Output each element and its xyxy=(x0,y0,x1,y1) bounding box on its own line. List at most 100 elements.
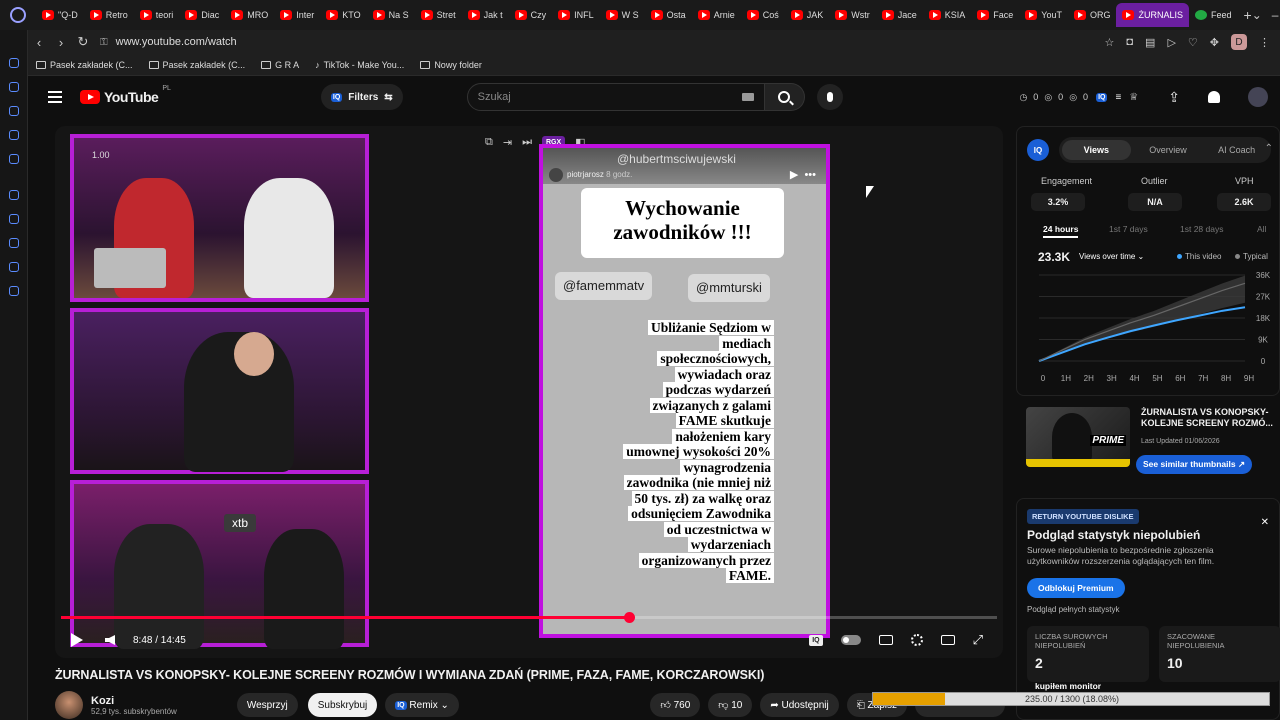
sidebar-icon[interactable] xyxy=(8,82,19,92)
search-input[interactable]: Szukaj xyxy=(466,83,765,111)
channel-name[interactable]: Kozi xyxy=(91,695,177,707)
user-avatar[interactable] xyxy=(1248,87,1268,107)
forward-icon[interactable]: › xyxy=(50,35,72,50)
tab-views[interactable]: Views xyxy=(1062,140,1131,160)
trophy-icon[interactable]: ♕ xyxy=(1129,92,1138,103)
bookmark-item[interactable]: ♪ TikTok - Make You... xyxy=(315,60,404,70)
list-icon[interactable]: ≡ xyxy=(1115,92,1121,103)
heart-icon[interactable]: ♡ xyxy=(1188,36,1198,49)
profile-avatar[interactable]: D xyxy=(1231,34,1247,50)
browser-tab[interactable]: Face xyxy=(971,3,1019,27)
browser-tab[interactable]: Jace xyxy=(876,3,923,27)
sidebar-icon[interactable] xyxy=(8,154,19,164)
tab-overview[interactable]: Overview xyxy=(1134,145,1203,155)
search-button[interactable] xyxy=(764,83,805,111)
browser-tab[interactable]: Retro xyxy=(84,3,134,27)
theater-icon[interactable] xyxy=(940,635,955,645)
metric-dropdown[interactable]: Views over time ⌄ xyxy=(1079,252,1144,261)
iq-icon[interactable]: IQ xyxy=(1096,92,1108,102)
filters-button[interactable]: IQ Filters ⇆ xyxy=(320,84,403,110)
collapse-icon[interactable]: ⌃ xyxy=(1265,143,1273,154)
extension-icon[interactable]: ▤ xyxy=(1145,36,1155,49)
subtitles-icon[interactable] xyxy=(878,635,893,645)
browser-tab[interactable]: W S xyxy=(600,3,645,27)
progress-bar[interactable] xyxy=(61,612,997,623)
progress-scrubber[interactable] xyxy=(623,612,635,623)
keyboard-icon[interactable] xyxy=(741,93,754,101)
period-tab[interactable]: 24 hours xyxy=(1043,224,1079,238)
browser-tab[interactable]: KTO xyxy=(320,3,366,27)
browser-tab[interactable]: Feed xyxy=(1189,3,1238,27)
browser-tab[interactable]: Diac xyxy=(179,3,225,27)
settings-gear-icon[interactable] xyxy=(910,634,923,646)
sidebar-icon[interactable] xyxy=(8,238,19,248)
period-tab[interactable]: 1st 28 days xyxy=(1180,224,1223,234)
browser-tab[interactable]: teori xyxy=(134,3,180,27)
like-button[interactable]: 👍︎ 760 xyxy=(650,693,701,717)
autoplay-toggle[interactable] xyxy=(840,635,861,645)
menu-hamburger-icon[interactable] xyxy=(48,91,62,103)
extension-icon[interactable]: ◘ xyxy=(1126,36,1133,48)
new-tab-icon[interactable]: + xyxy=(1244,7,1252,23)
upload-icon[interactable]: ⇪ xyxy=(1168,89,1180,106)
sidebar-icon[interactable] xyxy=(8,214,19,224)
bookmark-item[interactable]: Nowy folder xyxy=(420,60,482,70)
browser-tab[interactable]: Wstr xyxy=(829,3,876,27)
video-player[interactable]: 1.00 xtb ⧉ ⇥ ⏭ RGX ◧ @hubertmsciwujewski… xyxy=(55,126,1003,658)
browser-tab[interactable]: YouT xyxy=(1019,3,1068,27)
play-icon[interactable] xyxy=(71,633,83,647)
browser-tab[interactable]: Stret xyxy=(415,3,462,27)
notifications-bell-icon[interactable] xyxy=(1208,91,1220,103)
browser-tab[interactable]: "Q-D xyxy=(36,3,84,27)
share-button[interactable]: ➦ Udostępnij xyxy=(760,693,839,717)
browser-tab[interactable]: Na S xyxy=(367,3,415,27)
reload-icon[interactable]: ↻ xyxy=(72,34,94,50)
url-field[interactable]: www.youtube.com/watch xyxy=(116,36,237,48)
voice-search-button[interactable] xyxy=(816,84,843,110)
enter-icon[interactable]: ⇥ xyxy=(503,136,512,149)
back-icon[interactable]: ‹ xyxy=(28,35,50,50)
fullscreen-icon[interactable]: ⤢ xyxy=(973,632,983,648)
browser-tab[interactable]: Osta xyxy=(645,3,692,27)
bookmark-icon[interactable]: ☆ xyxy=(1105,36,1115,49)
minimize-icon[interactable]: – xyxy=(1272,8,1279,22)
browser-tab[interactable]: ORG xyxy=(1068,3,1117,27)
browser-tab[interactable]: KSIA xyxy=(923,3,972,27)
tab-ai-coach[interactable]: AI Coach xyxy=(1202,145,1271,155)
browser-tab[interactable]: Coś xyxy=(741,3,785,27)
browser-tab[interactable]: Arnie xyxy=(692,3,741,27)
stats-counters[interactable]: ◷ 0 ◎ 0 ◎ 0 xyxy=(1019,92,1088,103)
browser-logo-icon[interactable] xyxy=(10,7,26,23)
period-tab[interactable]: All xyxy=(1257,224,1266,234)
remix-button[interactable]: IQ Remix ⌄ xyxy=(385,693,459,717)
similar-title[interactable]: ŻURNALISTA VS KONOPSKY- KOLEJNE SCREENY … xyxy=(1141,407,1279,429)
browser-tab[interactable]: Czy xyxy=(509,3,553,27)
sidebar-icon[interactable] xyxy=(8,190,19,200)
dislike-button[interactable]: 👎︎ 10 xyxy=(708,693,753,717)
channel-avatar[interactable] xyxy=(55,691,83,719)
browser-tab[interactable]: MRO xyxy=(225,3,274,27)
similar-thumbnail[interactable]: PRIME xyxy=(1026,407,1130,467)
bookmark-item[interactable]: Pasek zakładek (C... xyxy=(148,60,245,70)
menu-icon[interactable]: ⋮ xyxy=(1259,36,1270,49)
bookmark-item[interactable]: G R A xyxy=(261,60,299,70)
puzzle-icon[interactable]: ✥ xyxy=(1210,36,1219,49)
sidebar-icon[interactable] xyxy=(8,130,19,140)
browser-tab[interactable]: Inter xyxy=(274,3,320,27)
browser-tab[interactable]: ŻURNALIS xyxy=(1116,3,1189,27)
search-tabs-icon[interactable]: ⌄ xyxy=(1252,8,1262,22)
see-similar-button[interactable]: See similar thumbnails ↗ xyxy=(1136,455,1253,474)
iq-player-icon[interactable]: IQ xyxy=(809,634,823,646)
youtube-logo[interactable]: YouTube PL xyxy=(80,85,171,105)
browser-tab[interactable]: INFL xyxy=(552,3,600,27)
support-button[interactable]: Wesprzyj xyxy=(236,693,298,717)
browser-tab[interactable]: Jak t xyxy=(462,3,509,27)
copy-icon[interactable]: ⧉ xyxy=(485,136,493,149)
site-info-icon[interactable]: ⚿ xyxy=(100,37,108,48)
subscribe-button[interactable]: Subskrybuj xyxy=(307,693,378,717)
browser-tab[interactable]: JAK xyxy=(785,3,830,27)
sidebar-icon[interactable] xyxy=(8,286,19,296)
skip-icon[interactable]: ⏭ xyxy=(522,136,532,149)
sidebar-icon[interactable] xyxy=(8,262,19,272)
close-icon[interactable]: ✕ xyxy=(1261,517,1269,528)
